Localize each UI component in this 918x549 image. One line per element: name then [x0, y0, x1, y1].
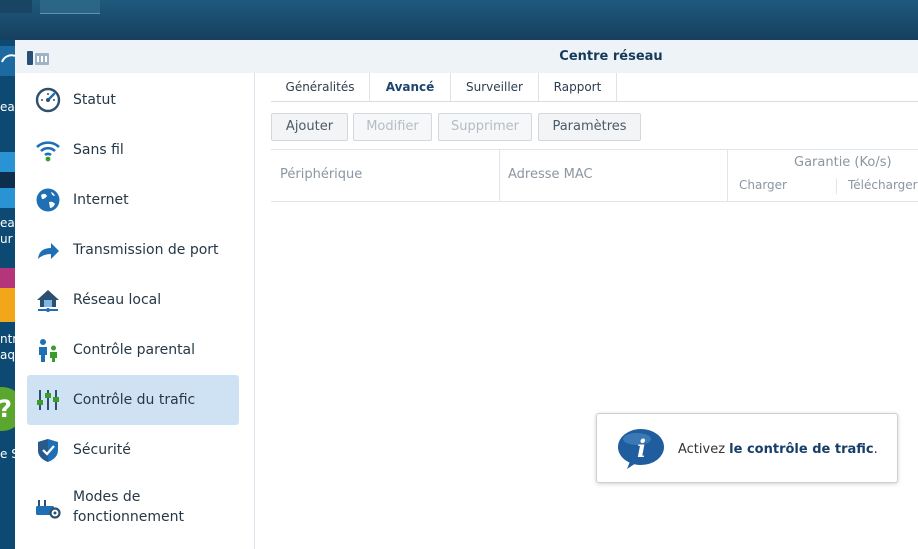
sidebar: Statut Sans fil Internet Transmission de… [15, 73, 255, 549]
taskbar-app-button[interactable] [40, 0, 100, 14]
info-icon: i [618, 429, 664, 469]
desktop-background: ea ea ur ntr aq ? e S [0, 40, 15, 549]
column-divider[interactable] [727, 150, 728, 201]
sidebar-item-label: Sécurité [73, 442, 131, 458]
sidebar-item-operation-modes[interactable]: Modes de fonctionnement [27, 475, 239, 539]
forward-arrow-icon [35, 237, 61, 263]
sidebar-item-status[interactable]: Statut [27, 75, 239, 125]
sidebar-item-label: Modes de fonctionnement [73, 487, 184, 527]
sidebar-item-wireless[interactable]: Sans fil [27, 125, 239, 175]
desktop-icon-label: ea [0, 100, 15, 114]
column-guarantee[interactable]: Garantie (Ko/s) [794, 155, 892, 170]
tab-general[interactable]: Généralités [271, 73, 370, 101]
desktop-icon-label: aq [0, 348, 15, 362]
sidebar-item-port-forwarding[interactable]: Transmission de port [27, 225, 239, 275]
column-upload[interactable]: Charger [739, 178, 787, 192]
window-titlebar[interactable]: Centre réseau [15, 40, 918, 73]
svg-text:?: ? [0, 395, 12, 423]
desktop-app-icon[interactable] [0, 152, 15, 208]
sidebar-item-label-line: fonctionnement [73, 509, 184, 525]
notice-text: Activez le contrôle de trafic. [678, 442, 878, 457]
settings-button[interactable]: Paramètres [538, 113, 641, 141]
desktop-app-icon[interactable] [0, 268, 15, 322]
column-divider[interactable] [836, 178, 837, 194]
desktop-icon-label: ur [0, 232, 13, 246]
taskbar-button[interactable] [0, 0, 32, 13]
home-network-icon [35, 287, 61, 313]
shield-icon [35, 437, 61, 463]
sidebar-item-label: Internet [73, 192, 129, 208]
sidebar-item-label: Transmission de port [73, 242, 219, 258]
parent-child-icon [35, 337, 61, 363]
sidebar-item-label: Sans fil [73, 142, 124, 158]
sliders-icon [35, 387, 61, 413]
toolbar: Ajouter Modifier Supprimer Paramètres [271, 113, 918, 141]
desktop-wifi-icon[interactable] [0, 46, 15, 76]
column-mac[interactable]: Adresse MAC [508, 167, 593, 182]
sidebar-item-label: Réseau local [73, 292, 162, 308]
sidebar-item-label-line: Modes de [73, 489, 141, 505]
desktop-icon-label: ea [0, 216, 15, 230]
delete-button[interactable]: Supprimer [438, 113, 532, 141]
notice-prefix: Activez [678, 442, 730, 457]
globe-icon [35, 187, 61, 213]
sidebar-item-internet[interactable]: Internet [27, 175, 239, 225]
sidebar-item-traffic-control[interactable]: Contrôle du trafic [27, 375, 239, 425]
router-gear-icon [35, 494, 61, 520]
add-button[interactable]: Ajouter [271, 113, 348, 141]
gauge-icon [35, 87, 61, 113]
desktop-help-icon[interactable]: ? [0, 382, 15, 436]
sidebar-item-security[interactable]: Sécurité [27, 425, 239, 475]
content-area: Généralités Avancé Surveiller Rapport Aj… [271, 73, 918, 549]
traffic-control-notice: i Activez le contrôle de trafic. [596, 413, 898, 483]
column-download[interactable]: Télécharger [848, 178, 918, 192]
sidebar-item-parental-control[interactable]: Contrôle parental [27, 325, 239, 375]
notice-suffix: . [873, 442, 878, 457]
sidebar-item-label: Contrôle du trafic [73, 392, 196, 408]
tab-report[interactable]: Rapport [539, 73, 617, 101]
sidebar-item-local-network[interactable]: Réseau local [27, 275, 239, 325]
svg-text:i: i [637, 434, 646, 463]
column-divider[interactable] [499, 150, 500, 201]
tab-monitor[interactable]: Surveiller [451, 73, 539, 101]
tab-bar: Généralités Avancé Surveiller Rapport [271, 73, 918, 102]
taskbar [0, 0, 918, 40]
tab-advanced[interactable]: Avancé [370, 73, 451, 101]
sidebar-item-label: Contrôle parental [73, 342, 196, 358]
column-device[interactable]: Périphérique [280, 167, 362, 182]
wifi-icon [35, 137, 61, 163]
modify-button[interactable]: Modifier [353, 113, 432, 141]
network-center-window: Centre réseau Statut Sans fil Internet T… [15, 40, 918, 549]
window-title: Centre réseau [559, 49, 663, 64]
desktop-icon-label: ntr [0, 332, 15, 346]
enable-traffic-control-link[interactable]: le contrôle de trafic [729, 442, 873, 457]
desktop-icon-label: e S [0, 447, 15, 461]
grid-header: Périphérique Adresse MAC Garantie (Ko/s)… [271, 149, 918, 202]
sidebar-item-label: Statut [73, 92, 116, 108]
